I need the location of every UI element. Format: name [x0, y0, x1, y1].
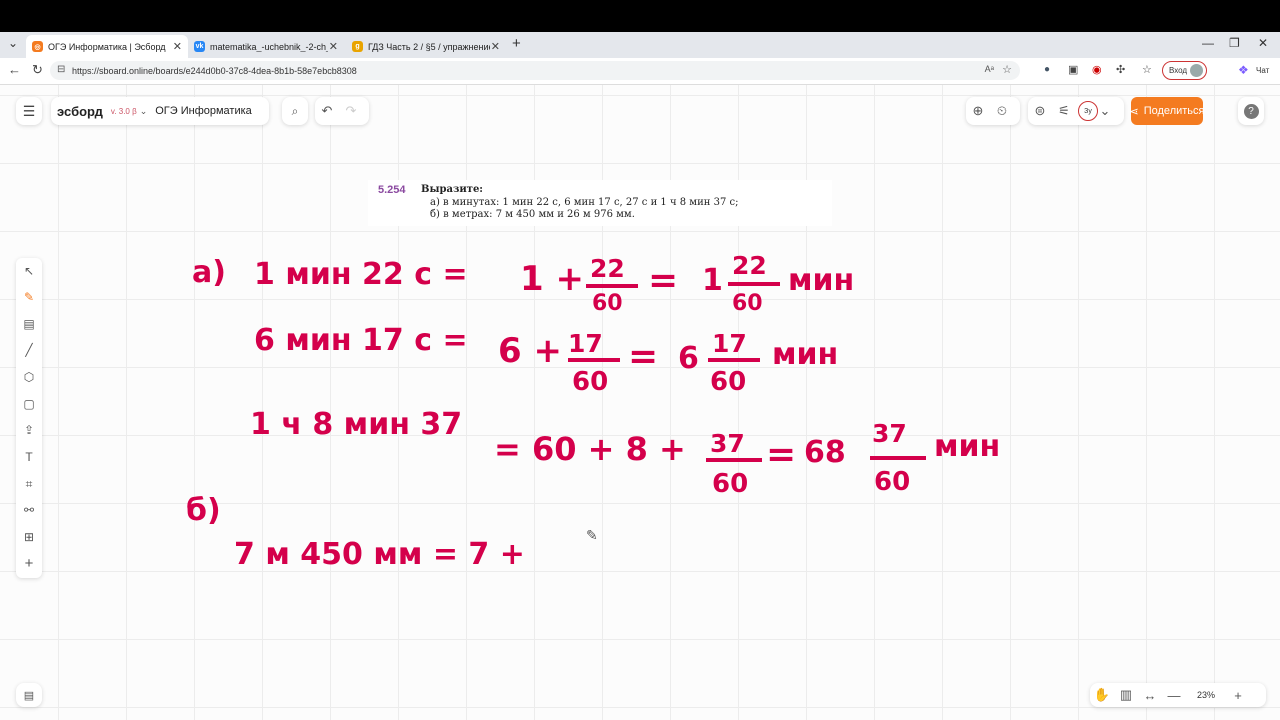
line2-fraction-bar — [568, 358, 620, 362]
line1-mid: 1 + — [520, 259, 584, 299]
line3-left: 1 ч 8 мин 37 — [250, 407, 462, 442]
line3-result-fraction-bar — [870, 456, 926, 460]
line2-result-numerator: 17 — [712, 329, 747, 358]
line3-numerator: 37 — [710, 429, 745, 458]
line2-result-denominator: 60 — [710, 367, 746, 397]
line2-mid: 6 + — [498, 331, 562, 371]
line1-numerator: 22 — [590, 254, 625, 283]
line3-unit: мин — [934, 429, 1000, 464]
line1-fraction-bar — [586, 284, 638, 288]
line1-result-fraction-bar — [728, 282, 780, 286]
line2-unit: мин — [772, 337, 838, 372]
line4: 7 м 450 мм = 7 + — [234, 537, 525, 572]
line2-whole: 6 — [678, 341, 699, 376]
line1-equals: = — [648, 260, 678, 301]
line1-left: 1 мин 22 с = — [254, 257, 468, 292]
pen-cursor-icon: ✎ — [586, 527, 598, 543]
line2-result-fraction-bar — [708, 358, 760, 362]
line1-denominator: 60 — [592, 291, 623, 316]
line1-result-numerator: 22 — [732, 251, 767, 280]
line1-whole: 1 — [702, 263, 723, 298]
line3-denominator: 60 — [712, 469, 748, 499]
line2-numerator: 17 — [568, 329, 603, 358]
handwriting-layer: а) 1 мин 22 с = 1 + 22 60 = 1 22 60 мин … — [186, 251, 1000, 572]
line2-denominator: 60 — [572, 367, 608, 397]
part-b-label: б) — [186, 493, 221, 528]
line2-equals: = — [628, 336, 658, 377]
line3-fraction-bar — [706, 458, 762, 462]
line1-result-denominator: 60 — [732, 291, 763, 316]
line3-whole: 68 — [804, 435, 846, 470]
line1-unit: мин — [788, 263, 854, 298]
line3-equals: = — [766, 434, 796, 475]
part-a-label: а) — [192, 255, 226, 290]
line3-mid: = 60 + 8 + — [494, 430, 686, 468]
line2-left: 6 мин 17 с = — [254, 323, 468, 358]
line3-result-numerator: 37 — [872, 419, 907, 448]
line3-result-denominator: 60 — [874, 467, 910, 497]
